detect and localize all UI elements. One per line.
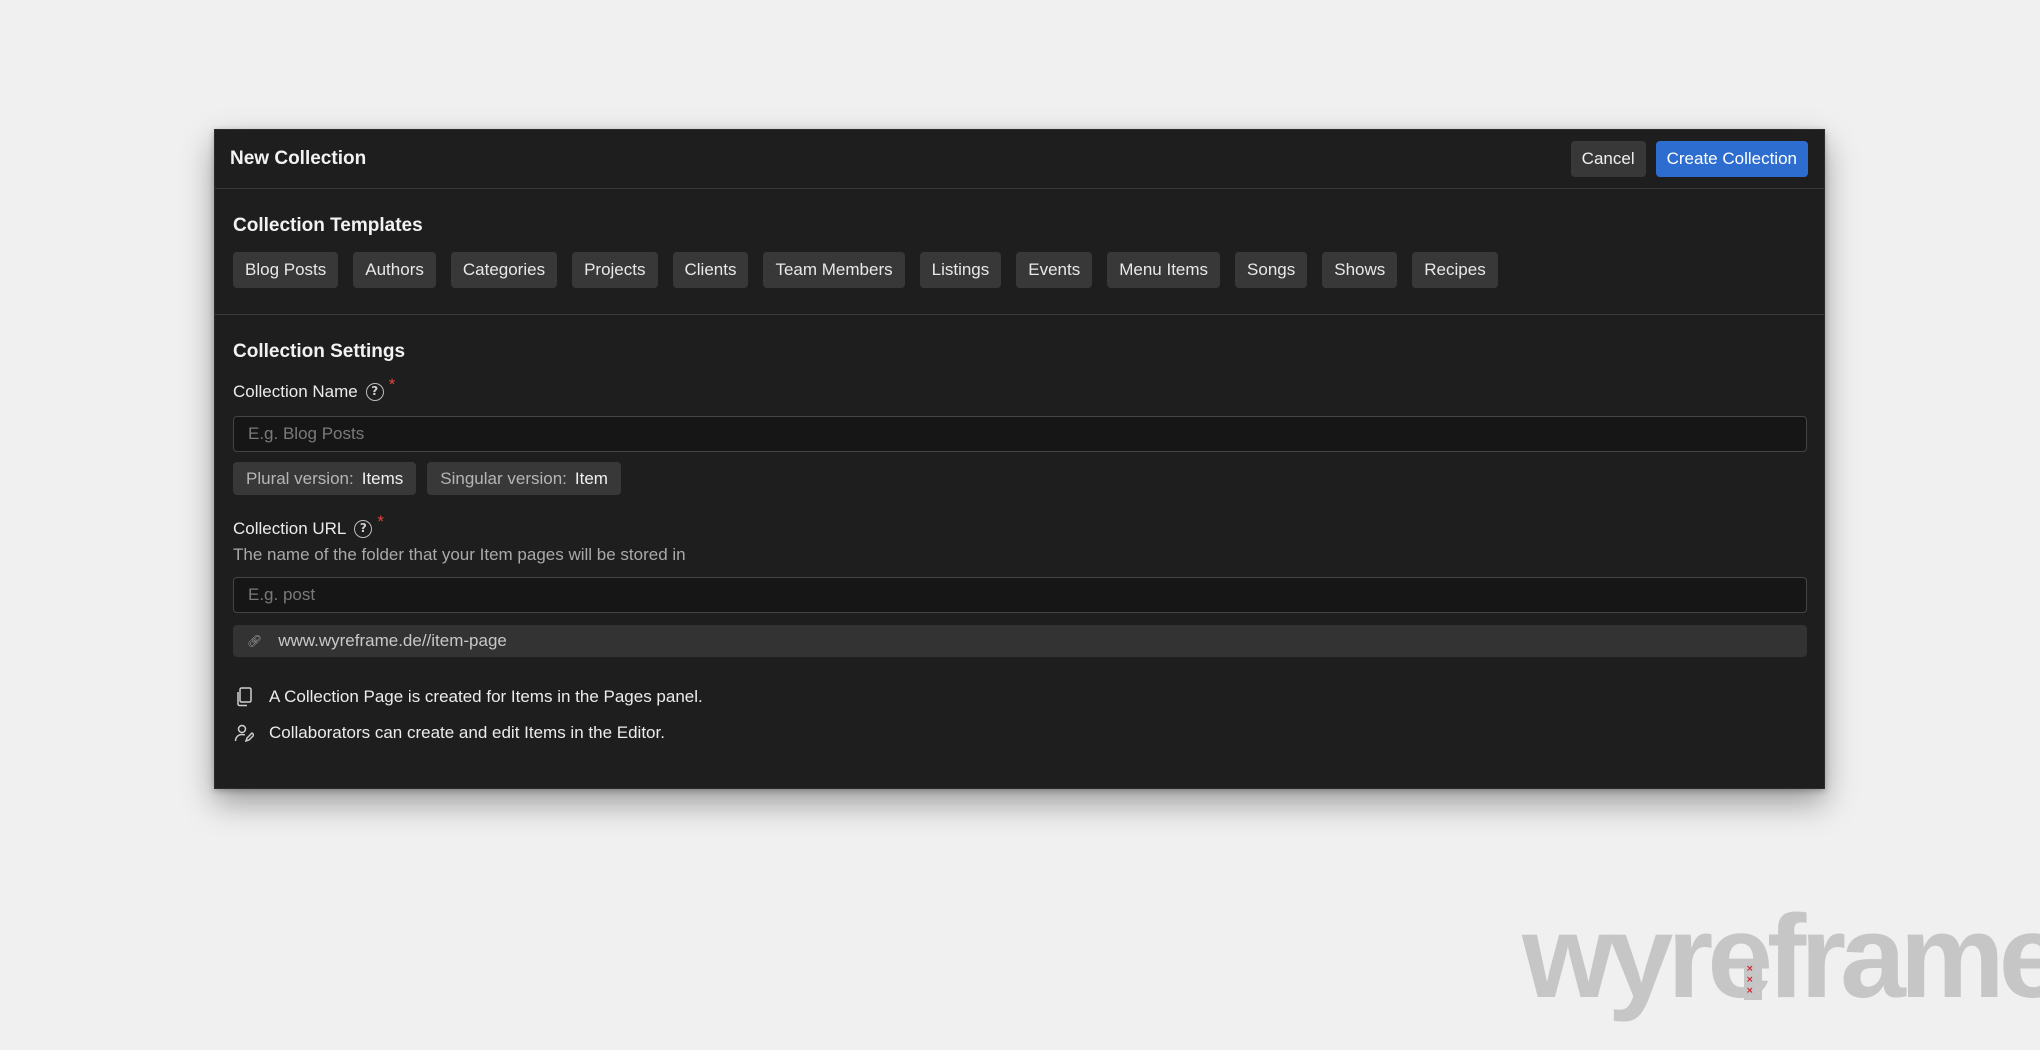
info-text: Collaborators can create and edit Items … — [269, 723, 665, 742]
required-indicator: * — [388, 375, 396, 394]
logo-mark-crosses: × — [1746, 964, 1754, 974]
cancel-button[interactable]: Cancel — [1570, 141, 1646, 177]
collection-url-label: Collection URL — [233, 519, 347, 538]
collection-name-wrapper — [233, 416, 1807, 452]
template-chip-list: Blog Posts Authors Categories Projects C… — [233, 252, 1806, 288]
settings-section: Collection Settings Collection Name ? * … — [215, 315, 1824, 751]
logo-mark-crosses: × — [1746, 975, 1754, 985]
url-preview: 🔗︎ www.wyreframe.de//item-page — [233, 625, 1807, 657]
template-chip-shows[interactable]: Shows — [1322, 252, 1398, 288]
info-item: A Collection Page is created for Items i… — [233, 679, 1806, 715]
template-chip-clients[interactable]: Clients — [672, 252, 749, 288]
plural-version-label: Plural version: — [246, 468, 354, 488]
url-preview-text: www.wyreframe.de//item-page — [278, 631, 507, 650]
dialog-header: New Collection Cancel Create Collection — [215, 130, 1824, 189]
help-icon[interactable]: ? — [354, 520, 373, 538]
logo-mark-crosses: × — [1746, 986, 1754, 996]
collection-name-label: Collection Name — [233, 382, 358, 401]
collection-url-description: The name of the folder that your Item pa… — [233, 545, 686, 564]
collection-name-label-row: Collection Name ? * — [233, 375, 1806, 402]
template-chip-authors[interactable]: Authors — [353, 252, 436, 288]
info-item: Collaborators can create and edit Items … — [233, 715, 1806, 751]
template-chip-team-members[interactable]: Team Members — [763, 252, 905, 288]
collection-url-input[interactable] — [233, 577, 1807, 613]
singular-version-label: Singular version: — [440, 468, 567, 488]
collection-name-input[interactable] — [233, 416, 1807, 452]
new-collection-dialog: New Collection Cancel Create Collection … — [214, 129, 1825, 789]
template-chip-listings[interactable]: Listings — [919, 252, 1002, 288]
template-chip-recipes[interactable]: Recipes — [1412, 252, 1498, 288]
dialog-title: New Collection — [230, 148, 367, 169]
plural-version-value: Items — [361, 468, 404, 488]
template-chip-categories[interactable]: Categories — [450, 252, 558, 288]
create-collection-button[interactable]: Create Collection — [1655, 141, 1808, 177]
info-text: A Collection Page is created for Items i… — [269, 687, 703, 706]
singular-version-chip[interactable]: Singular version: Item — [427, 462, 621, 495]
required-indicator: * — [377, 512, 385, 531]
version-row: Plural version: Items Singular version: … — [233, 462, 1806, 495]
plural-version-chip[interactable]: Plural version: Items — [233, 462, 417, 495]
template-chip-songs[interactable]: Songs — [1235, 252, 1308, 288]
pages-icon — [233, 686, 255, 708]
link-icon: 🔗︎ — [247, 634, 263, 648]
templates-title: Collection Templates — [233, 215, 423, 236]
templates-section: Collection Templates Blog Posts Authors … — [215, 189, 1824, 315]
wyreframe-logo: wyreframe — [1522, 891, 2040, 1023]
template-chip-events[interactable]: Events — [1016, 252, 1093, 288]
collection-url-label-row: Collection URL ? * — [233, 512, 1806, 539]
info-list: A Collection Page is created for Items i… — [233, 679, 1806, 751]
settings-title: Collection Settings — [233, 341, 406, 362]
logo-mark-icon: × × × — [1744, 962, 1762, 1000]
template-chip-menu-items[interactable]: Menu Items — [1107, 252, 1221, 288]
header-actions: Cancel Create Collection — [1570, 141, 1808, 177]
collaborator-edit-icon — [233, 722, 255, 744]
help-icon[interactable]: ? — [365, 383, 384, 401]
singular-version-value: Item — [574, 468, 608, 488]
template-chip-blog-posts[interactable]: Blog Posts — [233, 252, 339, 288]
template-chip-projects[interactable]: Projects — [572, 252, 658, 288]
